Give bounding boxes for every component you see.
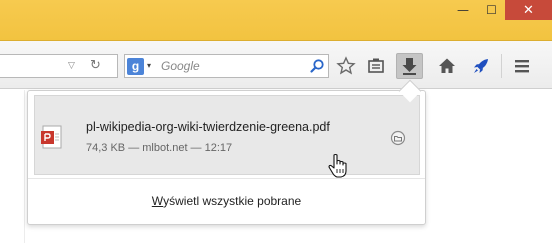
search-bar[interactable]: g ▾ Google	[124, 54, 329, 78]
downloads-button[interactable]	[396, 53, 423, 79]
page-content-area	[0, 90, 25, 243]
show-all-downloads-button[interactable]: Wyświetl wszystkie pobrane	[28, 179, 425, 223]
reading-list-icon[interactable]	[366, 56, 386, 76]
show-all-accesskey: W	[151, 194, 164, 208]
maximize-button[interactable]: ☐	[478, 0, 505, 20]
pdf-file-icon	[40, 124, 64, 150]
google-engine-icon[interactable]: g	[127, 58, 144, 75]
download-icon	[402, 58, 417, 75]
reload-icon[interactable]: ↻	[90, 58, 101, 73]
download-meta: 74,3 KB — mlbot.net — 12:17	[86, 142, 233, 154]
download-filename: pl-wikipedia-org-wiki-twierdzenie-greena…	[86, 120, 330, 134]
url-history-dropdown-icon[interactable]: ▽	[68, 61, 75, 71]
show-all-label: yświetl wszystkie pobrane	[163, 194, 302, 208]
hand-cursor-icon	[327, 153, 349, 179]
toolbar-separator	[501, 54, 502, 78]
search-placeholder[interactable]: Google	[161, 59, 200, 73]
url-bar[interactable]: ▽ ↻	[0, 54, 118, 78]
window-titlebar: — ☐ ✕	[0, 0, 552, 41]
home-icon[interactable]	[437, 56, 457, 76]
navigation-toolbar: ▽ ↻ g ▾ Google	[0, 41, 552, 89]
rocket-icon[interactable]	[471, 56, 491, 76]
downloads-panel: pl-wikipedia-org-wiki-twierdzenie-greena…	[27, 90, 426, 225]
download-item[interactable]: pl-wikipedia-org-wiki-twierdzenie-greena…	[34, 95, 420, 178]
search-icon[interactable]	[309, 58, 325, 74]
close-window-button[interactable]: ✕	[505, 0, 552, 20]
menu-icon[interactable]	[512, 56, 532, 76]
bookmark-star-icon[interactable]	[336, 56, 356, 76]
engine-dropdown-icon[interactable]: ▾	[147, 61, 151, 70]
minimize-button[interactable]: —	[448, 0, 478, 20]
open-containing-folder-icon[interactable]	[390, 130, 406, 146]
